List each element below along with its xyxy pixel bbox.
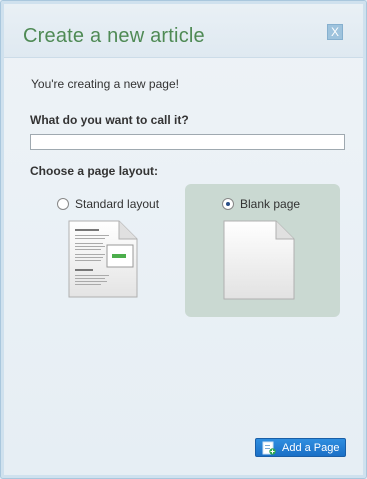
name-label: What do you want to call it? bbox=[30, 113, 189, 127]
add-page-icon bbox=[262, 441, 276, 455]
standard-layout-radio[interactable] bbox=[57, 198, 69, 210]
blank-page-radio[interactable] bbox=[222, 198, 234, 210]
create-article-dialog: Create a new article X You're creating a… bbox=[0, 0, 367, 479]
add-page-button[interactable]: Add a Page bbox=[255, 438, 346, 457]
dialog-header: Create a new article X bbox=[4, 4, 363, 58]
close-button[interactable]: X bbox=[327, 24, 343, 40]
blank-page-thumbnail bbox=[222, 219, 296, 301]
add-page-label: Add a Page bbox=[282, 441, 340, 454]
standard-layout-thumbnail bbox=[67, 219, 139, 299]
layout-label: Choose a page layout: bbox=[30, 164, 159, 178]
dialog-title: Create a new article bbox=[23, 25, 205, 47]
standard-layout-label: Standard layout bbox=[75, 197, 160, 211]
blank-page-label: Blank page bbox=[240, 197, 301, 211]
layout-option-standard[interactable]: Standard layout bbox=[41, 187, 171, 311]
layout-option-blank[interactable]: Blank page bbox=[185, 184, 340, 317]
standard-radio-row[interactable]: Standard layout bbox=[57, 197, 159, 211]
intro-text: You're creating a new page! bbox=[31, 77, 179, 91]
page-name-input[interactable] bbox=[30, 134, 345, 150]
blank-radio-row[interactable]: Blank page bbox=[222, 197, 300, 211]
